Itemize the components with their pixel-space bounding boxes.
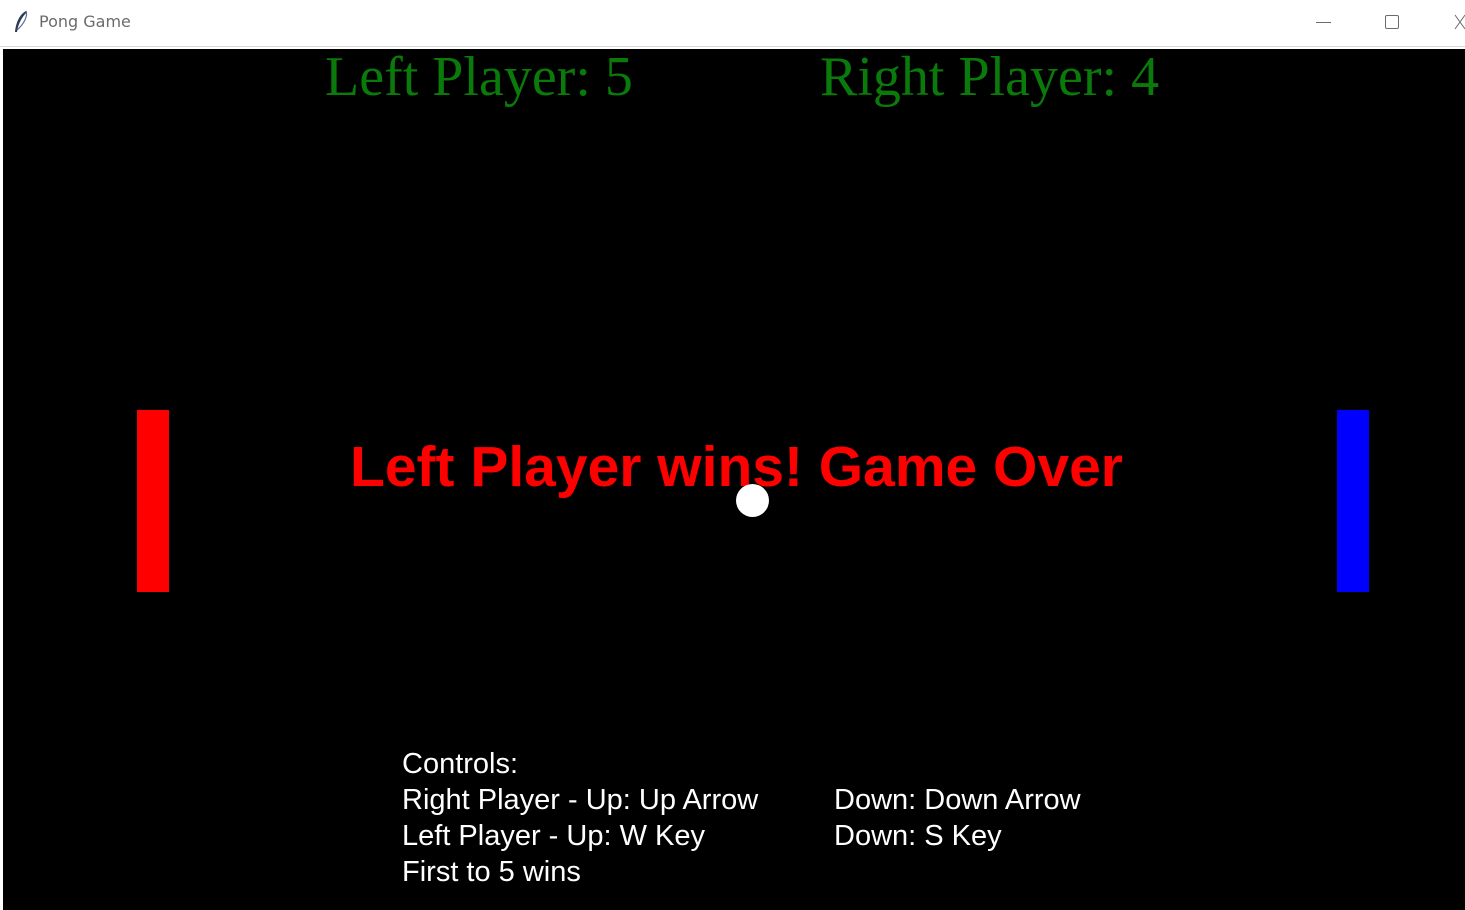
- controls-heading: Controls:: [402, 748, 519, 780]
- left-player-up-control: Left Player - Up: W Key: [402, 820, 705, 852]
- close-icon: [1454, 14, 1465, 30]
- window-title: Pong Game: [39, 12, 131, 31]
- controls-help: Controls: Right Player - Up: Up Arrow Do…: [402, 746, 1081, 890]
- win-rule: First to 5 wins: [402, 856, 581, 888]
- right-player-down-control: Down: Down Arrow: [834, 784, 1081, 816]
- right-player-up-control: Right Player - Up: Up Arrow: [402, 784, 759, 816]
- minimize-button[interactable]: [1294, 0, 1354, 46]
- maximize-icon: [1385, 15, 1399, 29]
- left-paddle: [137, 410, 169, 592]
- minimize-icon: [1316, 22, 1331, 23]
- game-over-message: Left Player wins! Game Over: [350, 435, 1123, 499]
- game-canvas[interactable]: Left Player: 5 Right Player: 4 Left Play…: [3, 49, 1465, 910]
- right-player-score: Right Player: 4: [820, 49, 1160, 108]
- right-paddle: [1337, 410, 1369, 592]
- feather-icon: [12, 10, 30, 34]
- ball: [736, 484, 769, 517]
- title-bar[interactable]: Pong Game: [0, 0, 1465, 47]
- close-button[interactable]: [1430, 0, 1465, 46]
- maximize-button[interactable]: [1362, 0, 1422, 46]
- left-player-down-control: Down: S Key: [834, 820, 1002, 852]
- left-player-score: Left Player: 5: [325, 49, 633, 108]
